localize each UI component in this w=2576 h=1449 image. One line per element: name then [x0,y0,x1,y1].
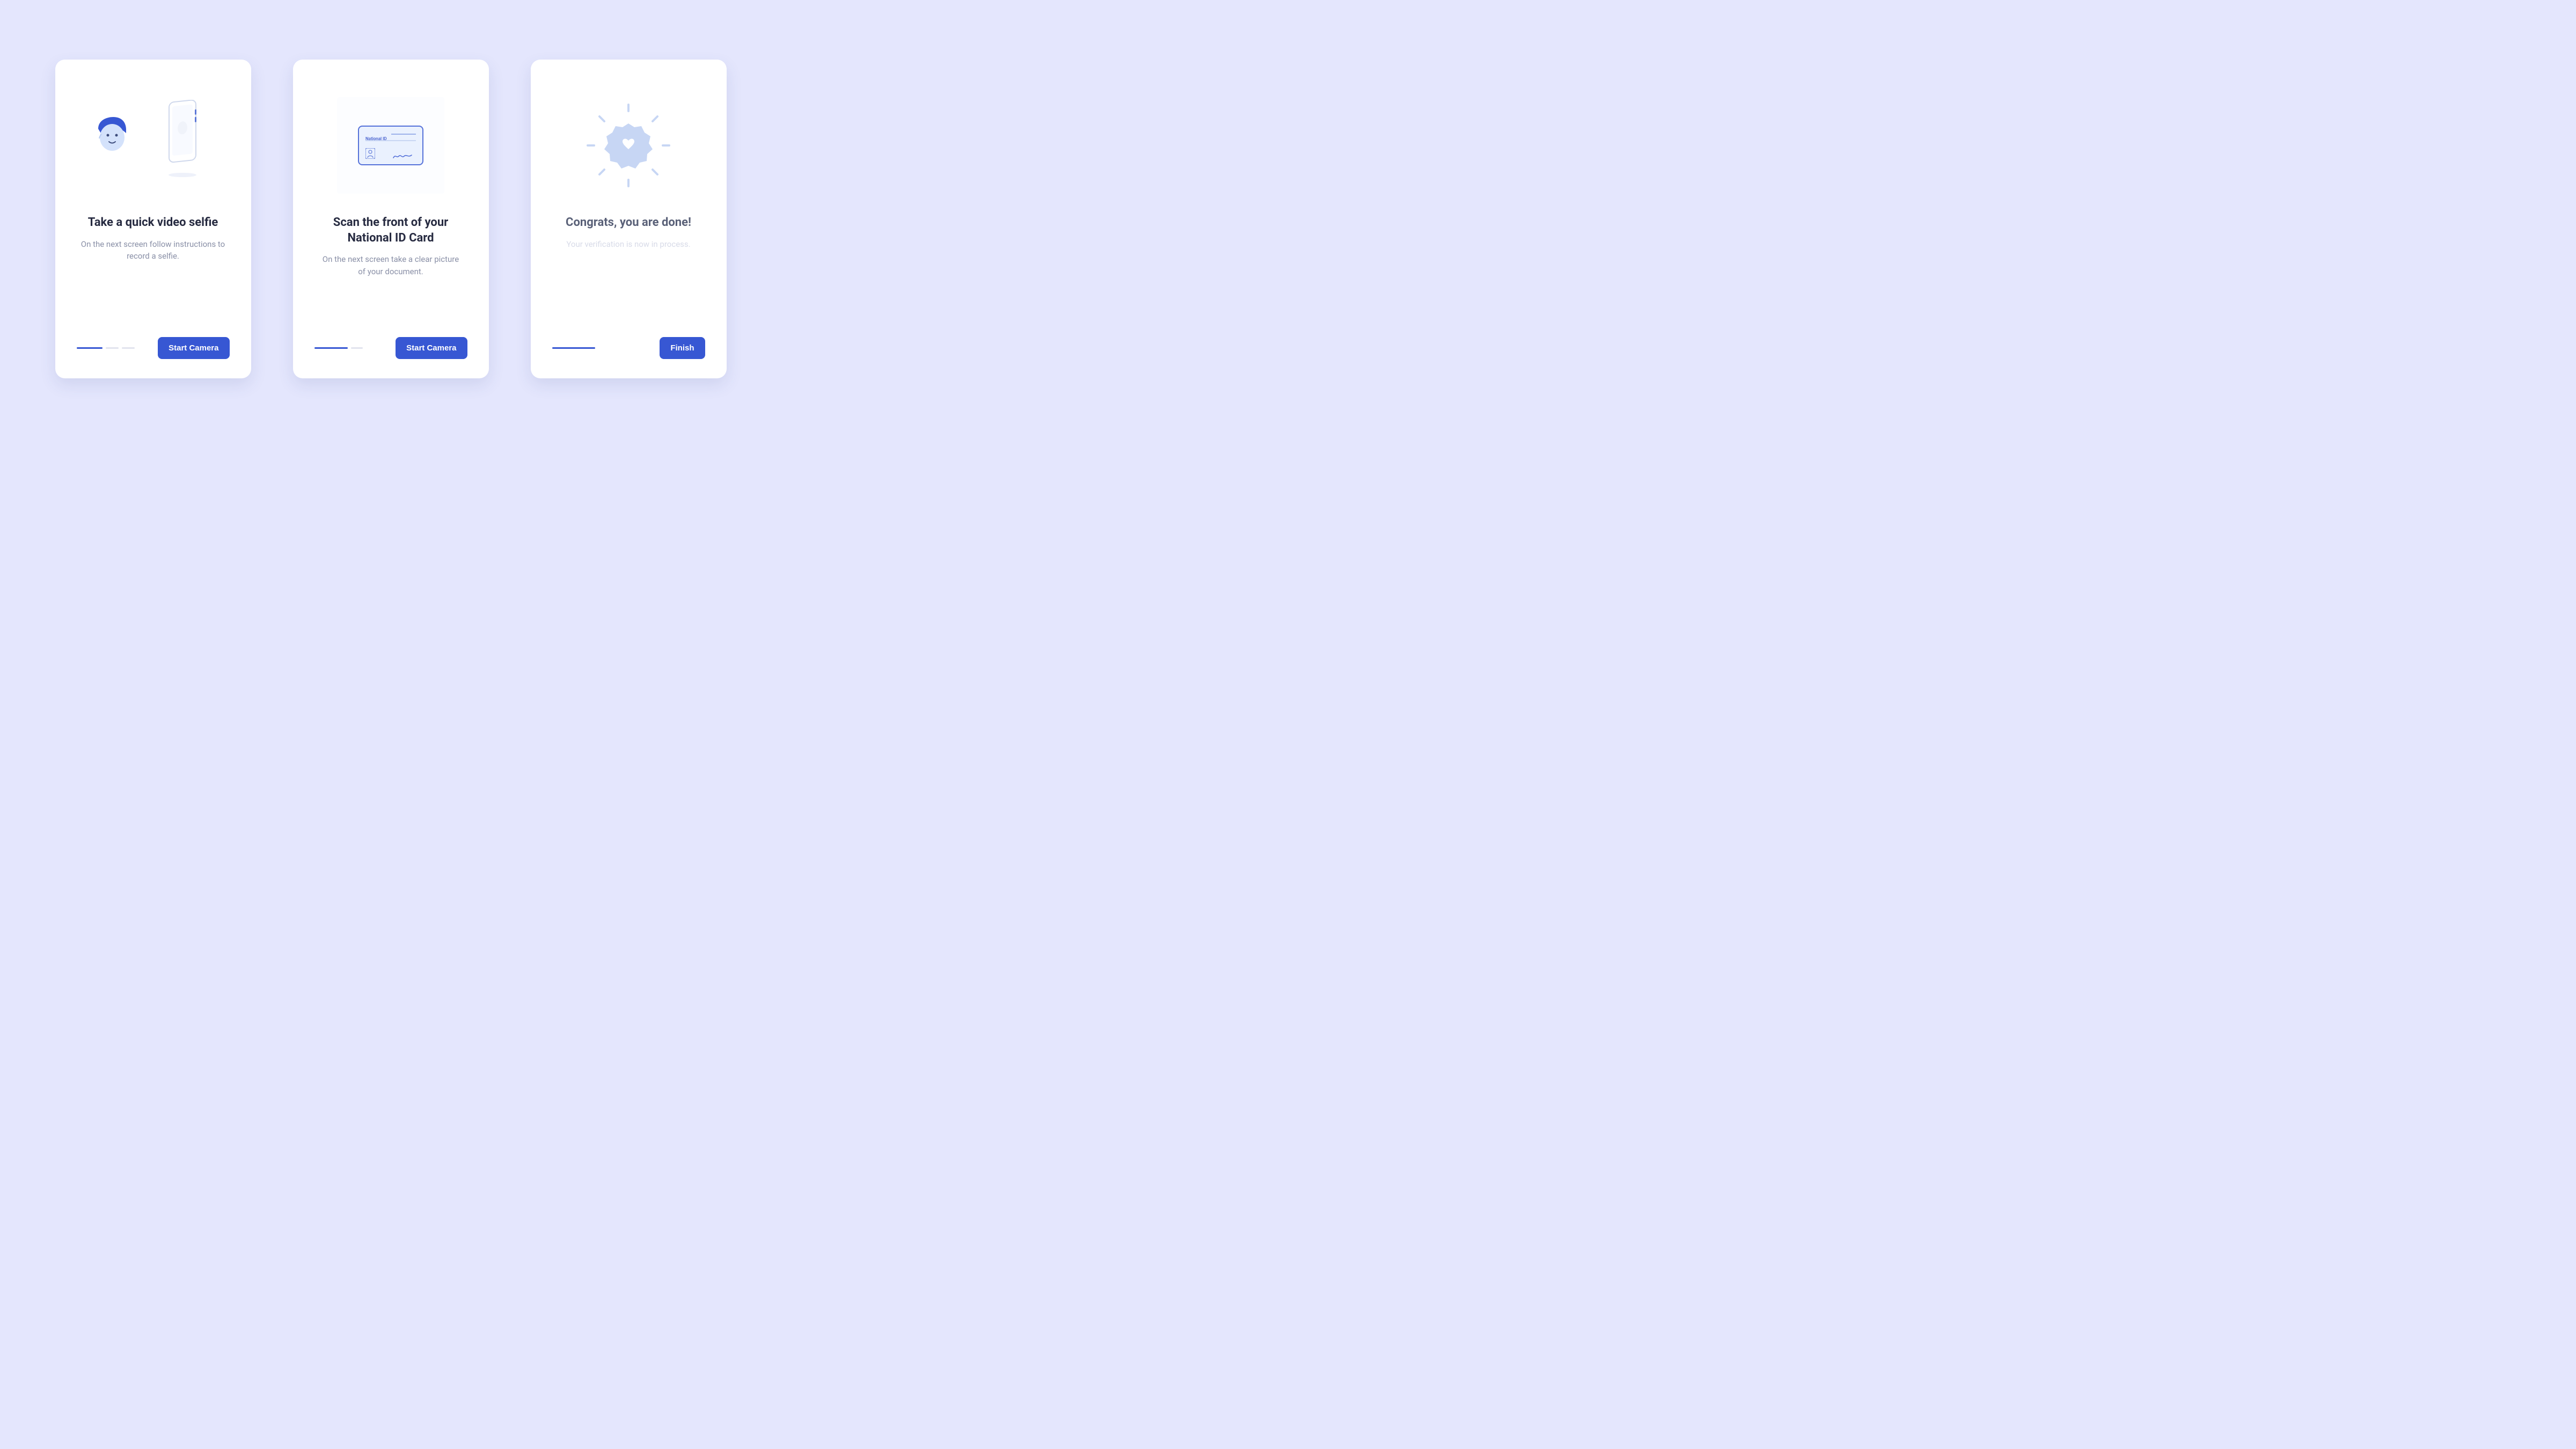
bottom-row: Start Camera [77,337,230,359]
progress-segment [351,347,363,349]
start-camera-button[interactable]: Start Camera [158,337,229,359]
card-title: Congrats, you are done! [552,215,705,231]
progress-indicator [77,347,135,349]
progress-segment [122,347,135,349]
onboarding-card-scan-id: National ID Scan the front of you [293,60,489,378]
selfie-illustration [94,100,212,191]
card-subtitle: On the next screen take a clear picture … [314,253,467,277]
face-icon [94,115,131,156]
progress-segment [106,347,119,349]
id-line [365,140,416,141]
id-photo-icon [365,148,375,159]
card-title: Scan the front of your National ID Card [314,215,467,246]
illustration-area: National ID [314,81,467,210]
finish-button[interactable]: Finish [660,337,705,359]
card-subtitle: Your verification is now in process. [552,238,705,251]
progress-indicator [314,347,363,349]
onboarding-card-done: Congrats, you are done! Your verificatio… [531,60,727,378]
illustration-area [552,81,705,210]
progress-segment [77,347,103,349]
start-camera-button[interactable]: Start Camera [396,337,467,359]
progress-indicator [552,347,595,349]
heart-icon [622,138,635,152]
onboarding-card-selfie: Take a quick video selfie On the next sc… [55,60,251,378]
card-subtitle: On the next screen follow instructions t… [77,238,230,262]
progress-segment [314,347,348,349]
phone-icon [164,100,207,182]
progress-segment [552,347,595,349]
id-card-illustration: National ID [337,97,444,194]
card-title: Take a quick video selfie [77,215,230,231]
bottom-row: Finish [552,337,705,359]
id-signature-icon [392,151,413,158]
id-card-icon: National ID [358,126,423,165]
success-badge-illustration [580,97,677,194]
illustration-area [77,81,230,210]
id-line [391,134,416,135]
bottom-row: Start Camera [314,337,467,359]
